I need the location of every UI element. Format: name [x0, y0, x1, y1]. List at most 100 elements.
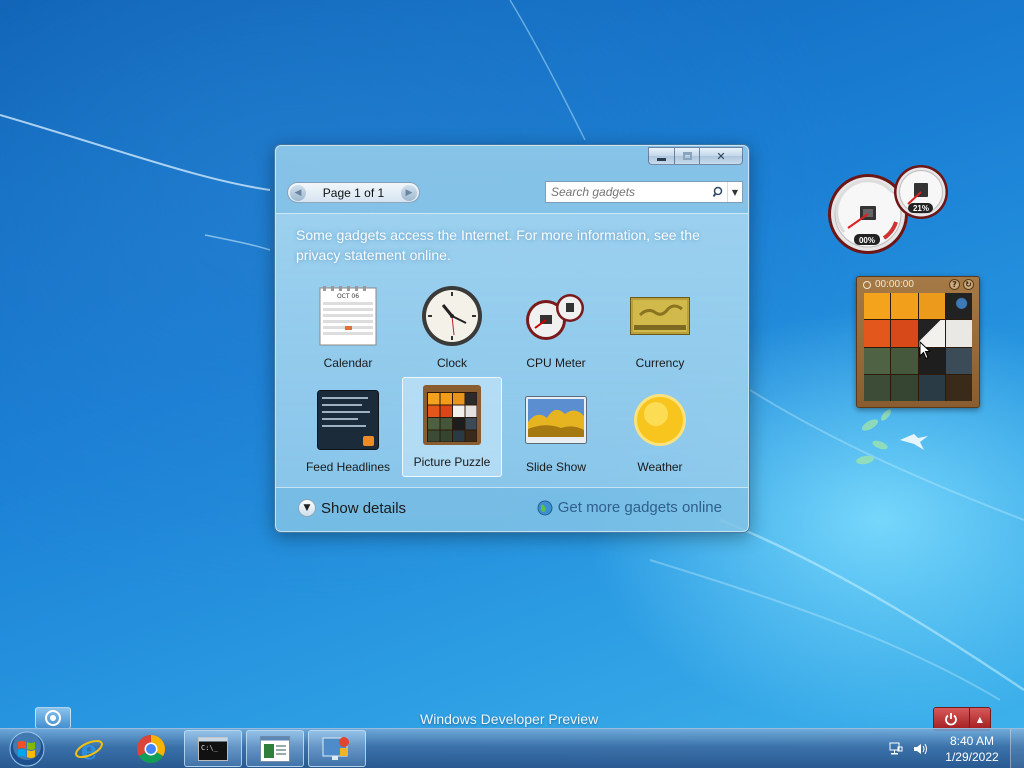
puzzle-tile[interactable]	[918, 293, 945, 320]
gadget-clock[interactable]: Clock	[402, 278, 502, 378]
show-details-label: Show details	[321, 499, 407, 517]
puzzle-tile[interactable]	[891, 293, 918, 320]
puzzle-tile[interactable]	[891, 374, 918, 401]
puzzle-tile[interactable]	[945, 320, 972, 347]
system-tray: 8:40 AM 1/29/2022	[886, 729, 1024, 768]
svg-text:C:\_: C:\_	[201, 744, 219, 752]
globe-icon	[537, 500, 553, 516]
get-more-gadgets-label: Get more gadgets online	[557, 499, 722, 516]
search-icon[interactable]	[711, 184, 727, 200]
puzzle-tile[interactable]	[945, 293, 972, 320]
taskbar-command-prompt[interactable]: C:\_	[184, 730, 242, 767]
windows-logo-icon	[9, 731, 45, 767]
gadget-name: Slide Show	[525, 460, 587, 474]
search-box: ▼	[545, 181, 743, 203]
maximize-icon	[682, 152, 692, 160]
minimize-icon	[657, 157, 666, 161]
puzzle-tile[interactable]	[945, 347, 972, 374]
help-icon[interactable]: ?	[949, 279, 960, 290]
volume-icon[interactable]	[910, 739, 930, 759]
puzzle-tile[interactable]	[864, 374, 891, 401]
internet-explorer-icon: e	[75, 736, 103, 764]
taskbar-chrome[interactable]	[122, 730, 180, 767]
gadget-name: Picture Puzzle	[413, 455, 491, 469]
previous-page-button[interactable]: ◀	[290, 184, 306, 201]
puzzle-tile[interactable]	[891, 347, 918, 374]
show-details-toggle[interactable]: ▼ Show details	[298, 499, 406, 517]
picture-puzzle-gadget[interactable]: 00:00:00 ? ↻	[856, 276, 980, 408]
calendar-icon: OCT 06	[316, 284, 380, 348]
clock-icon	[420, 284, 484, 348]
gadget-currency[interactable]: Currency	[610, 278, 710, 378]
gadget-calendar[interactable]: OCT 06 Calendar	[298, 278, 398, 378]
gadget-name: Weather	[637, 460, 683, 474]
desktop-gadgets-button[interactable]	[35, 707, 71, 729]
gadget-cpu-meter[interactable]: CPU Meter	[506, 278, 606, 378]
gadget-name: CPU Meter	[526, 356, 586, 370]
taskbar-clock[interactable]: 8:40 AM 1/29/2022	[934, 733, 1010, 765]
gadget-name: Currency	[635, 356, 685, 370]
mouse-cursor-icon	[919, 341, 931, 360]
gadget-picture-puzzle[interactable]: Picture Puzzle	[402, 377, 502, 477]
chevron-down-icon: ▼	[298, 499, 316, 517]
page-navigator: ◀ Page 1 of 1 ▶	[287, 182, 420, 203]
clock-time: 8:40 AM	[949, 734, 995, 748]
puzzle-tile[interactable]	[864, 320, 891, 347]
taskbar: e C:\_ 8:40 AM 1/29/2022	[0, 728, 1024, 768]
maximize-button[interactable]	[674, 147, 699, 165]
os-watermark: Windows Developer Preview	[420, 711, 599, 727]
gadget-name: Feed Headlines	[305, 460, 391, 474]
power-icon	[945, 713, 958, 726]
minimize-button[interactable]	[648, 147, 674, 165]
puzzle-tile[interactable]	[891, 320, 918, 347]
power-options-button[interactable]: ▲	[968, 708, 990, 730]
taskbar-notepad[interactable]	[246, 730, 304, 767]
power-button[interactable]	[934, 708, 969, 730]
cpu-meter-gadget[interactable]: 00% 21%	[826, 162, 954, 258]
gadget-feed-headlines[interactable]: Feed Headlines	[298, 382, 398, 482]
clock-date: 1/29/2022	[945, 750, 999, 764]
next-page-button[interactable]: ▶	[400, 184, 417, 201]
slide-show-icon	[524, 388, 588, 452]
window-controls: ✕	[648, 147, 743, 165]
puzzle-timer-value: 00:00:00	[875, 279, 914, 290]
picture-puzzle-icon	[420, 383, 484, 447]
taskbar-internet-explorer[interactable]: e	[60, 730, 118, 767]
timer-icon	[863, 280, 871, 289]
close-button[interactable]: ✕	[699, 147, 743, 165]
currency-icon	[628, 284, 692, 348]
gadget-name: Clock	[436, 356, 467, 370]
puzzle-tile[interactable]	[864, 293, 891, 320]
gadget-list: Some gadgets access the Internet. For mo…	[276, 213, 748, 488]
gadget-weather[interactable]: Weather	[610, 382, 710, 482]
desktop-gadgets-icon	[322, 736, 349, 760]
search-input[interactable]	[546, 182, 711, 202]
gallery-footer: ▼ Show details Get more gadgets online	[276, 487, 748, 531]
show-desktop-button[interactable]	[1010, 729, 1024, 768]
taskbar-gadget-gallery[interactable]	[308, 730, 366, 767]
memory-usage-value: 21%	[912, 204, 929, 213]
gadget-gear-icon	[45, 710, 61, 726]
puzzle-tile[interactable]	[918, 374, 945, 401]
cpu-usage-value: 00%	[858, 236, 875, 245]
puzzle-tile[interactable]	[945, 374, 972, 401]
network-icon[interactable]	[886, 739, 906, 759]
gadget-gallery-window: ✕ ◀ Page 1 of 1 ▶ ▼ Some gadgets access …	[274, 144, 750, 533]
notepad-icon	[260, 735, 290, 762]
calendar-month-label: OCT 06	[337, 293, 359, 300]
feed-headlines-icon	[316, 388, 380, 452]
close-icon: ✕	[716, 149, 726, 163]
privacy-notice[interactable]: Some gadgets access the Internet. For mo…	[296, 225, 726, 265]
start-button[interactable]	[6, 729, 48, 768]
search-dropdown-button[interactable]: ▼	[727, 182, 742, 202]
puzzle-tile[interactable]	[864, 347, 891, 374]
chrome-icon	[137, 734, 165, 763]
command-prompt-icon: C:\_	[198, 736, 228, 761]
puzzle-grid	[864, 293, 972, 401]
weather-icon	[628, 388, 692, 452]
shuffle-icon[interactable]: ↻	[963, 279, 974, 290]
get-more-gadgets-link[interactable]: Get more gadgets online	[537, 499, 722, 516]
page-label: Page 1 of 1	[322, 185, 385, 200]
puzzle-timer: 00:00:00	[863, 279, 914, 290]
gadget-slide-show[interactable]: Slide Show	[506, 382, 606, 482]
